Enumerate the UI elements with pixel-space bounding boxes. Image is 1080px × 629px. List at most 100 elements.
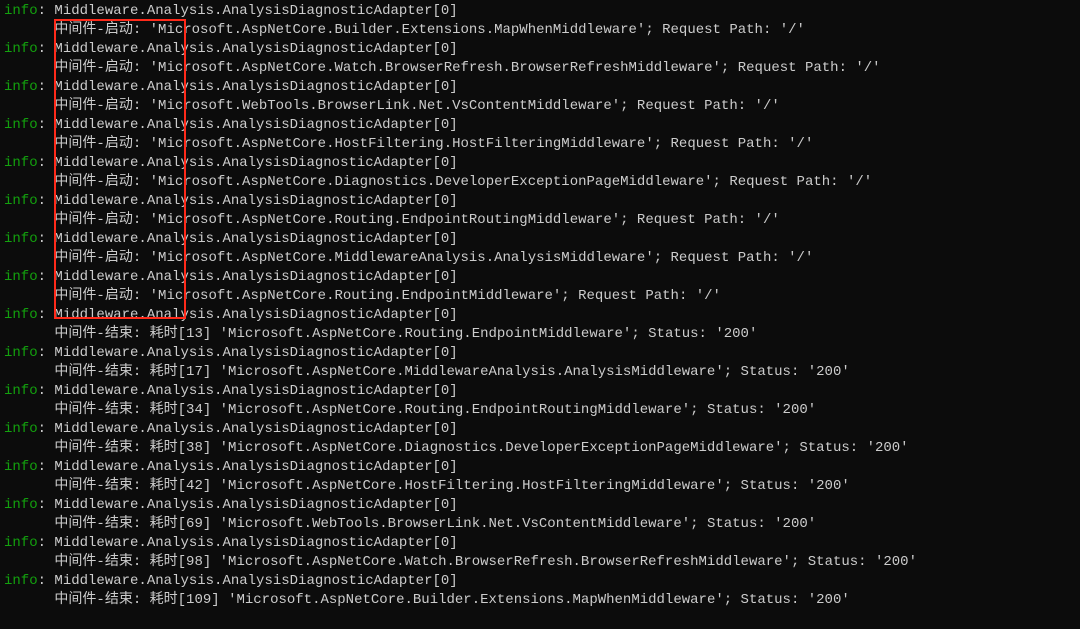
console-output: info: Middleware.Analysis.AnalysisDiagno… <box>0 0 1080 612</box>
request-path: Request Path: '/' <box>637 98 780 114</box>
status-code: Status: '200' <box>648 326 757 342</box>
middleware-name: 'Microsoft.WebTools.BrowserLink.Net.VsCo… <box>150 98 637 114</box>
log-source: Middleware.Analysis.AnalysisDiagnosticAd… <box>54 79 457 95</box>
log-line: 中间件-结束: 耗时[13] 'Microsoft.AspNetCore.Rou… <box>4 325 1076 344</box>
log-source: Middleware.Analysis.AnalysisDiagnosticAd… <box>54 117 457 133</box>
log-line: info: Middleware.Analysis.AnalysisDiagno… <box>4 306 1076 325</box>
log-level: info <box>4 193 38 209</box>
middleware-name: 'Microsoft.AspNetCore.Diagnostics.Develo… <box>150 174 730 190</box>
middleware-name: 'Microsoft.AspNetCore.Builder.Extensions… <box>150 22 662 38</box>
middleware-name: 'Microsoft.AspNetCore.HostFiltering.Host… <box>220 478 741 494</box>
elapsed-time: 耗时[69] <box>150 516 220 532</box>
log-line: 中间件-启动: 'Microsoft.AspNetCore.HostFilter… <box>4 135 1076 154</box>
middleware-name: 'Microsoft.AspNetCore.Diagnostics.Develo… <box>220 440 800 456</box>
status-code: Status: '200' <box>741 478 850 494</box>
log-line: 中间件-启动: 'Microsoft.AspNetCore.Builder.Ex… <box>4 21 1076 40</box>
middleware-name: 'Microsoft.WebTools.BrowserLink.Net.VsCo… <box>220 516 707 532</box>
middleware-end-label: 中间件-结束: <box>54 516 149 532</box>
request-path: Request Path: '/' <box>738 60 881 76</box>
log-line: info: Middleware.Analysis.AnalysisDiagno… <box>4 534 1076 553</box>
middleware-end-label: 中间件-结束: <box>54 592 149 608</box>
log-level: info <box>4 497 38 513</box>
log-level: info <box>4 155 38 171</box>
elapsed-time: 耗时[38] <box>150 440 220 456</box>
log-level: info <box>4 383 38 399</box>
log-level: info <box>4 79 38 95</box>
elapsed-time: 耗时[98] <box>150 554 220 570</box>
log-source: Middleware.Analysis.AnalysisDiagnosticAd… <box>54 497 457 513</box>
middleware-end-label: 中间件-结束: <box>54 478 149 494</box>
log-line: info: Middleware.Analysis.AnalysisDiagno… <box>4 40 1076 59</box>
log-source: Middleware.Analysis.AnalysisDiagnosticAd… <box>54 193 457 209</box>
middleware-name: 'Microsoft.AspNetCore.Routing.EndpointMi… <box>150 288 578 304</box>
log-level: info <box>4 345 38 361</box>
log-source: Middleware.Analysis.AnalysisDiagnosticAd… <box>54 573 457 589</box>
log-source: Middleware.Analysis.AnalysisDiagnosticAd… <box>54 383 457 399</box>
log-line: info: Middleware.Analysis.AnalysisDiagno… <box>4 268 1076 287</box>
log-source: Middleware.Analysis.AnalysisDiagnosticAd… <box>54 155 457 171</box>
elapsed-time: 耗时[42] <box>150 478 220 494</box>
middleware-start-label: 中间件-启动: <box>54 250 149 266</box>
middleware-name: 'Microsoft.AspNetCore.Watch.BrowserRefre… <box>150 60 738 76</box>
middleware-name: 'Microsoft.AspNetCore.Routing.EndpointMi… <box>220 326 648 342</box>
status-code: Status: '200' <box>741 592 850 608</box>
log-level: info <box>4 535 38 551</box>
log-level: info <box>4 3 38 19</box>
log-source: Middleware.Analysis.AnalysisDiagnosticAd… <box>54 41 457 57</box>
log-level: info <box>4 231 38 247</box>
log-line: 中间件-启动: 'Microsoft.AspNetCore.Middleware… <box>4 249 1076 268</box>
middleware-name: 'Microsoft.AspNetCore.Routing.EndpointRo… <box>150 212 637 228</box>
middleware-start-label: 中间件-启动: <box>54 212 149 228</box>
middleware-name: 'Microsoft.AspNetCore.MiddlewareAnalysis… <box>220 364 741 380</box>
log-line: info: Middleware.Analysis.AnalysisDiagno… <box>4 382 1076 401</box>
log-line: info: Middleware.Analysis.AnalysisDiagno… <box>4 116 1076 135</box>
log-line: 中间件-启动: 'Microsoft.AspNetCore.Diagnostic… <box>4 173 1076 192</box>
request-path: Request Path: '/' <box>662 22 805 38</box>
log-line: 中间件-结束: 耗时[98] 'Microsoft.AspNetCore.Wat… <box>4 553 1076 572</box>
log-line: 中间件-结束: 耗时[69] 'Microsoft.WebTools.Brows… <box>4 515 1076 534</box>
middleware-start-label: 中间件-启动: <box>54 288 149 304</box>
log-line: info: Middleware.Analysis.AnalysisDiagno… <box>4 458 1076 477</box>
log-source: Middleware.Analysis.AnalysisDiagnosticAd… <box>54 535 457 551</box>
log-line: info: Middleware.Analysis.AnalysisDiagno… <box>4 496 1076 515</box>
elapsed-time: 耗时[34] <box>150 402 220 418</box>
log-line: 中间件-启动: 'Microsoft.AspNetCore.Routing.En… <box>4 287 1076 306</box>
log-line: info: Middleware.Analysis.AnalysisDiagno… <box>4 344 1076 363</box>
middleware-start-label: 中间件-启动: <box>54 174 149 190</box>
log-level: info <box>4 421 38 437</box>
middleware-end-label: 中间件-结束: <box>54 554 149 570</box>
log-level: info <box>4 41 38 57</box>
status-code: Status: '200' <box>707 402 816 418</box>
status-code: Status: '200' <box>808 554 917 570</box>
log-source: Middleware.Analysis.AnalysisDiagnosticAd… <box>54 3 457 19</box>
elapsed-time: 耗时[13] <box>150 326 220 342</box>
middleware-name: 'Microsoft.AspNetCore.Routing.EndpointRo… <box>220 402 707 418</box>
middleware-name: 'Microsoft.AspNetCore.Watch.BrowserRefre… <box>220 554 808 570</box>
elapsed-time: 耗时[17] <box>150 364 220 380</box>
status-code: Status: '200' <box>799 440 908 456</box>
log-level: info <box>4 459 38 475</box>
log-source: Middleware.Analysis.AnalysisDiagnosticAd… <box>54 421 457 437</box>
middleware-start-label: 中间件-启动: <box>54 60 149 76</box>
request-path: Request Path: '/' <box>637 212 780 228</box>
middleware-start-label: 中间件-启动: <box>54 136 149 152</box>
log-source: Middleware.Analysis.AnalysisDiagnosticAd… <box>54 231 457 247</box>
log-line: 中间件-结束: 耗时[17] 'Microsoft.AspNetCore.Mid… <box>4 363 1076 382</box>
log-line: info: Middleware.Analysis.AnalysisDiagno… <box>4 78 1076 97</box>
log-line: 中间件-结束: 耗时[42] 'Microsoft.AspNetCore.Hos… <box>4 477 1076 496</box>
log-line: info: Middleware.Analysis.AnalysisDiagno… <box>4 154 1076 173</box>
log-source: Middleware.Analysis.AnalysisDiagnosticAd… <box>54 345 457 361</box>
middleware-name: 'Microsoft.AspNetCore.MiddlewareAnalysis… <box>150 250 671 266</box>
log-line: 中间件-启动: 'Microsoft.AspNetCore.Watch.Brow… <box>4 59 1076 78</box>
request-path: Request Path: '/' <box>578 288 721 304</box>
middleware-end-label: 中间件-结束: <box>54 402 149 418</box>
log-source: Middleware.Analysis.AnalysisDiagnosticAd… <box>54 269 457 285</box>
status-code: Status: '200' <box>741 364 850 380</box>
log-level: info <box>4 117 38 133</box>
elapsed-time: 耗时[109] <box>150 592 228 608</box>
log-line: 中间件-启动: 'Microsoft.AspNetCore.Routing.En… <box>4 211 1076 230</box>
middleware-name: 'Microsoft.AspNetCore.HostFiltering.Host… <box>150 136 671 152</box>
middleware-start-label: 中间件-启动: <box>54 98 149 114</box>
log-line: info: Middleware.Analysis.AnalysisDiagno… <box>4 192 1076 211</box>
log-line: info: Middleware.Analysis.AnalysisDiagno… <box>4 572 1076 591</box>
